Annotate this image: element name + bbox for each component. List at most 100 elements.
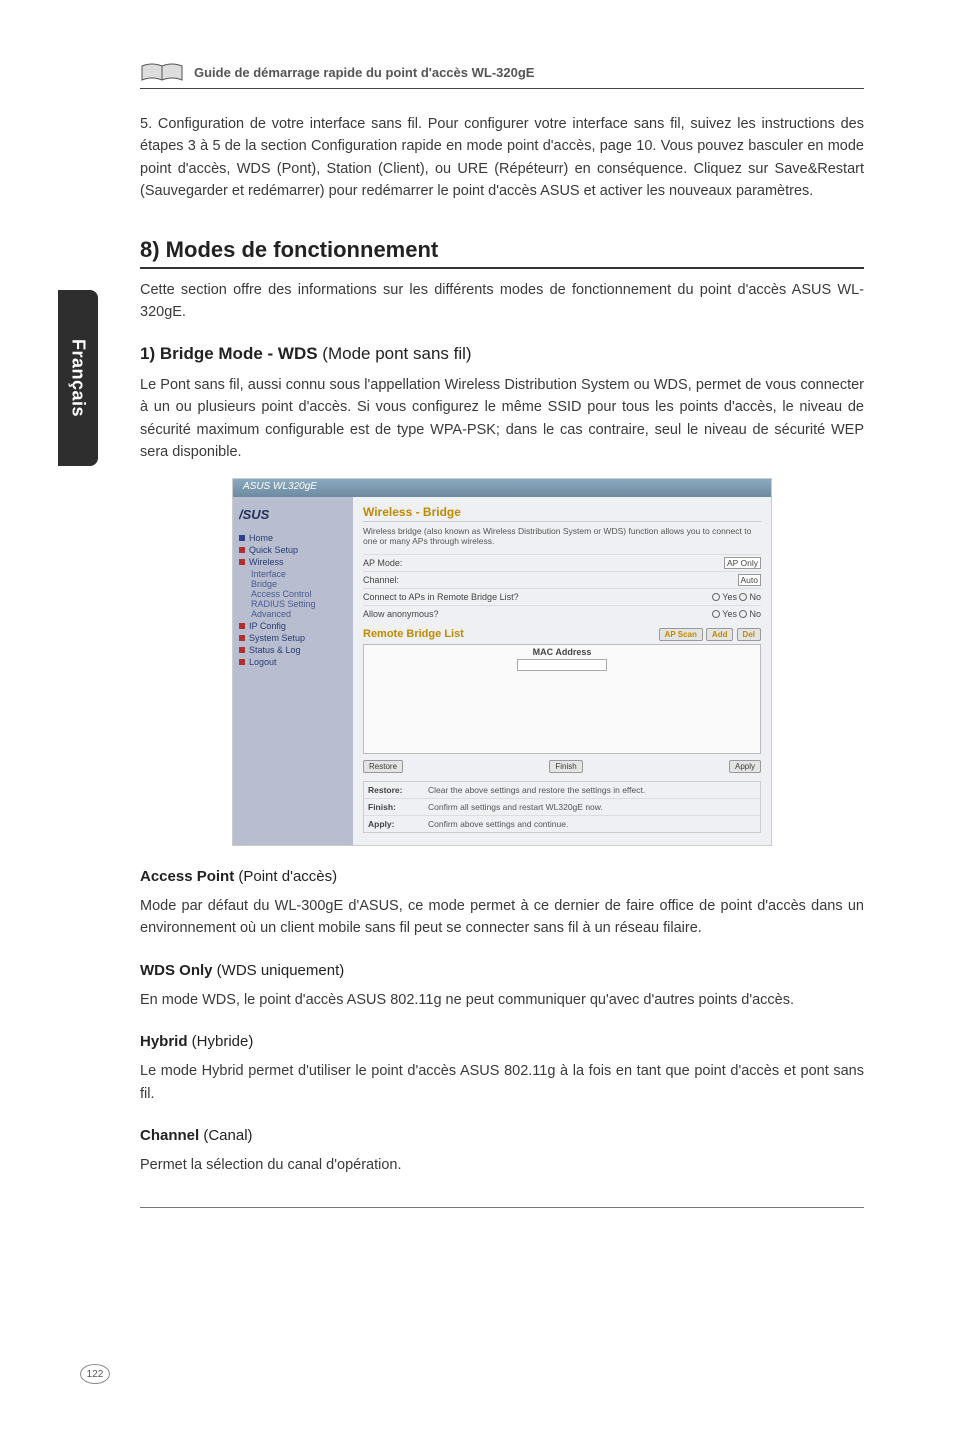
table-row: Restore:Clear the above settings and res… bbox=[364, 782, 760, 798]
ss-apmode-select[interactable]: AP Only bbox=[724, 558, 761, 568]
page-number: 122 bbox=[87, 1369, 104, 1380]
ss-no-label: No bbox=[749, 609, 761, 619]
sidebar-item-label: IP Config bbox=[249, 621, 286, 631]
sidebar-item-status-log[interactable]: Status & Log bbox=[239, 645, 347, 655]
sidebar-item-wireless[interactable]: Wireless bbox=[239, 557, 347, 567]
restore-button[interactable]: Restore bbox=[363, 760, 403, 773]
ss-help-table: Restore:Clear the above settings and res… bbox=[363, 781, 761, 833]
svg-text:/SUS: /SUS bbox=[239, 507, 270, 522]
footer-rule bbox=[140, 1207, 864, 1208]
dot-icon bbox=[239, 623, 245, 629]
ss-bottom-buttons: Restore Finish Apply bbox=[363, 760, 761, 773]
sidebar-item-home[interactable]: Home bbox=[239, 533, 347, 543]
ss-allow-label: Allow anonymous? bbox=[363, 609, 439, 619]
ss-apmode-value: AP Only bbox=[724, 557, 761, 569]
sidebar-item-label: Status & Log bbox=[249, 645, 301, 655]
ss-row-connect: Connect to APs in Remote Bridge List? Ye… bbox=[363, 588, 761, 605]
language-label: Français bbox=[68, 339, 89, 417]
radio-yes[interactable] bbox=[712, 593, 720, 601]
access-point-heading: Access Point (Point d'accès) bbox=[140, 868, 864, 885]
mac-input[interactable] bbox=[517, 659, 607, 671]
section-8-intro: Cette section offre des informations sur… bbox=[140, 279, 864, 324]
sidebar-item-bridge[interactable]: Bridge bbox=[239, 579, 347, 589]
ss-main-desc: Wireless bridge (also known as Wireless … bbox=[363, 526, 761, 546]
header-rule bbox=[140, 88, 864, 89]
asus-logo: /SUS bbox=[239, 507, 299, 525]
ss-row-channel: Channel: Auto bbox=[363, 571, 761, 588]
finish-button[interactable]: Finish bbox=[549, 760, 582, 773]
paragraph-step5: 5. Configuration de votre interface sans… bbox=[140, 113, 864, 203]
sidebar-item-logout[interactable]: Logout bbox=[239, 657, 347, 667]
guide-title: Guide de démarrage rapide du point d'acc… bbox=[194, 65, 534, 80]
ss-main-panel: Wireless - Bridge Wireless bridge (also … bbox=[353, 497, 771, 845]
logo-icon: /SUS bbox=[239, 507, 299, 523]
ss-channel-label: Channel: bbox=[363, 575, 399, 585]
section-8-heading: 8) Modes de fonctionnement bbox=[140, 237, 864, 269]
sidebar-item-label: Wireless bbox=[249, 557, 284, 567]
hybrid-para: Le mode Hybrid permet d'utiliser le poin… bbox=[140, 1060, 864, 1105]
ss-remote-heading: Remote Bridge List bbox=[363, 628, 464, 640]
help-restore-label: Restore: bbox=[364, 782, 424, 798]
dot-icon bbox=[239, 635, 245, 641]
hybrid-bold: Hybrid bbox=[140, 1033, 188, 1050]
ss-row-apmode: AP Mode: AP Only bbox=[363, 554, 761, 571]
dot-icon bbox=[239, 535, 245, 541]
sidebar-item-system-setup[interactable]: System Setup bbox=[239, 633, 347, 643]
channel-bold: Channel bbox=[140, 1127, 199, 1144]
sidebar-item-interface[interactable]: Interface bbox=[239, 569, 347, 579]
ss-titlebar: ASUS WL320gE bbox=[233, 479, 771, 497]
sidebar-item-quick-setup[interactable]: Quick Setup bbox=[239, 545, 347, 555]
dot-icon bbox=[239, 547, 245, 553]
help-restore-text: Clear the above settings and restore the… bbox=[424, 782, 760, 798]
bridge-mode-heading: 1) Bridge Mode - WDS (Mode pont sans fil… bbox=[140, 344, 864, 364]
hybrid-heading: Hybrid (Hybride) bbox=[140, 1033, 864, 1050]
help-apply-text: Confirm above settings and continue. bbox=[424, 816, 760, 832]
ss-main-heading: Wireless - Bridge bbox=[363, 505, 761, 522]
wds-bold: WDS Only bbox=[140, 962, 213, 979]
sidebar-item-label: Quick Setup bbox=[249, 545, 298, 555]
dot-icon bbox=[239, 659, 245, 665]
sidebar-item-ipconfig[interactable]: IP Config bbox=[239, 621, 347, 631]
page-number-badge: 122 bbox=[80, 1364, 110, 1384]
ss-channel-select[interactable]: Auto bbox=[738, 575, 762, 585]
ss-channel-value: Auto bbox=[738, 574, 762, 586]
help-apply-label: Apply: bbox=[364, 816, 424, 832]
ap-scan-button[interactable]: AP Scan bbox=[659, 628, 703, 641]
language-tab: Français bbox=[58, 290, 98, 466]
sidebar-item-radius[interactable]: RADIUS Setting bbox=[239, 599, 347, 609]
radio-no[interactable] bbox=[739, 593, 747, 601]
apply-button[interactable]: Apply bbox=[729, 760, 761, 773]
ss-sidebar: /SUS Home Quick Setup Wireless Interface… bbox=[233, 497, 353, 845]
ss-connect-label: Connect to APs in Remote Bridge List? bbox=[363, 592, 519, 602]
hybrid-rest: (Hybride) bbox=[188, 1033, 254, 1050]
add-button[interactable]: Add bbox=[706, 628, 734, 641]
book-icon bbox=[140, 60, 184, 84]
channel-para: Permet la sélection du canal d'opération… bbox=[140, 1154, 864, 1176]
ss-allow-radios: Yes No bbox=[712, 609, 761, 619]
ss-apmode-label: AP Mode: bbox=[363, 558, 402, 568]
sidebar-item-label: System Setup bbox=[249, 633, 305, 643]
dot-icon bbox=[239, 647, 245, 653]
radio-yes[interactable] bbox=[712, 610, 720, 618]
ss-yes-label: Yes bbox=[722, 609, 737, 619]
ss-mac-box: MAC Address bbox=[363, 644, 761, 754]
table-row: Apply:Confirm above settings and continu… bbox=[364, 815, 760, 832]
sidebar-item-access-control[interactable]: Access Control bbox=[239, 589, 347, 599]
ss-remote-heading-row: Remote Bridge List AP Scan Add Del bbox=[363, 628, 761, 640]
ss-yes-label: Yes bbox=[722, 592, 737, 602]
ss-row-allow: Allow anonymous? Yes No bbox=[363, 605, 761, 622]
bridge-mode-rest: (Mode pont sans fil) bbox=[318, 344, 472, 363]
access-point-para: Mode par défaut du WL-300gE d'ASUS, ce m… bbox=[140, 895, 864, 940]
sidebar-item-label: Home bbox=[249, 533, 273, 543]
ss-connect-radios: Yes No bbox=[712, 592, 761, 602]
sidebar-item-advanced[interactable]: Advanced bbox=[239, 609, 347, 619]
radio-no[interactable] bbox=[739, 610, 747, 618]
ap-bold: Access Point bbox=[140, 868, 234, 885]
del-button[interactable]: Del bbox=[737, 628, 761, 641]
dot-icon bbox=[239, 559, 245, 565]
bridge-mode-para: Le Pont sans fil, aussi connu sous l'app… bbox=[140, 374, 864, 464]
ap-rest: (Point d'accès) bbox=[234, 868, 337, 885]
wds-rest: (WDS uniquement) bbox=[213, 962, 345, 979]
sidebar-item-label: Logout bbox=[249, 657, 277, 667]
help-finish-label: Finish: bbox=[364, 799, 424, 815]
